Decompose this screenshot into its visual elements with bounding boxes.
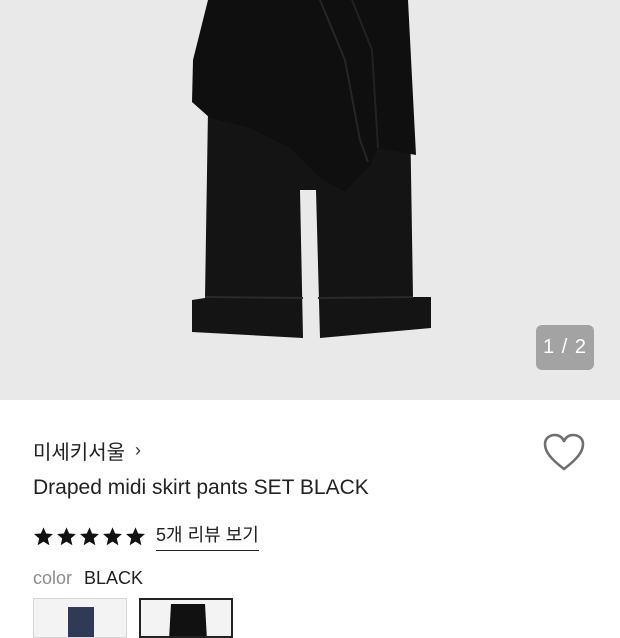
rating-row: 5개 리뷰 보기 (33, 521, 259, 551)
product-info: 미세키서울 › Draped midi skirt pants SET BLAC… (0, 400, 620, 638)
product-title: Draped midi skirt pants SET BLACK (33, 476, 369, 499)
product-image (192, 0, 431, 338)
view-reviews-link[interactable]: 5개 리뷰 보기 (156, 521, 259, 551)
color-row: color BLACK (33, 568, 143, 589)
brand-link[interactable]: 미세키서울 › (33, 436, 141, 465)
star-icon (103, 526, 122, 545)
color-swatch-black[interactable] (139, 598, 233, 638)
color-value: BLACK (84, 568, 144, 588)
brand-name: 미세키서울 (33, 442, 125, 464)
chevron-right-icon: › (135, 440, 141, 460)
swatch-thumbnail-navy (34, 599, 126, 637)
star-icon (126, 526, 145, 545)
color-swatch-navy[interactable] (33, 598, 127, 638)
star-rating (33, 526, 146, 547)
color-label: color (33, 568, 73, 588)
image-counter-badge: 1 / 2 (536, 325, 594, 370)
swatch-thumbnail-black (141, 600, 231, 636)
star-icon (57, 526, 76, 545)
star-icon (80, 526, 99, 545)
star-icon (34, 526, 53, 545)
product-image-gallery[interactable]: 1 / 2 (0, 0, 620, 400)
heart-icon (543, 433, 585, 471)
wishlist-heart-button[interactable] (543, 433, 585, 473)
